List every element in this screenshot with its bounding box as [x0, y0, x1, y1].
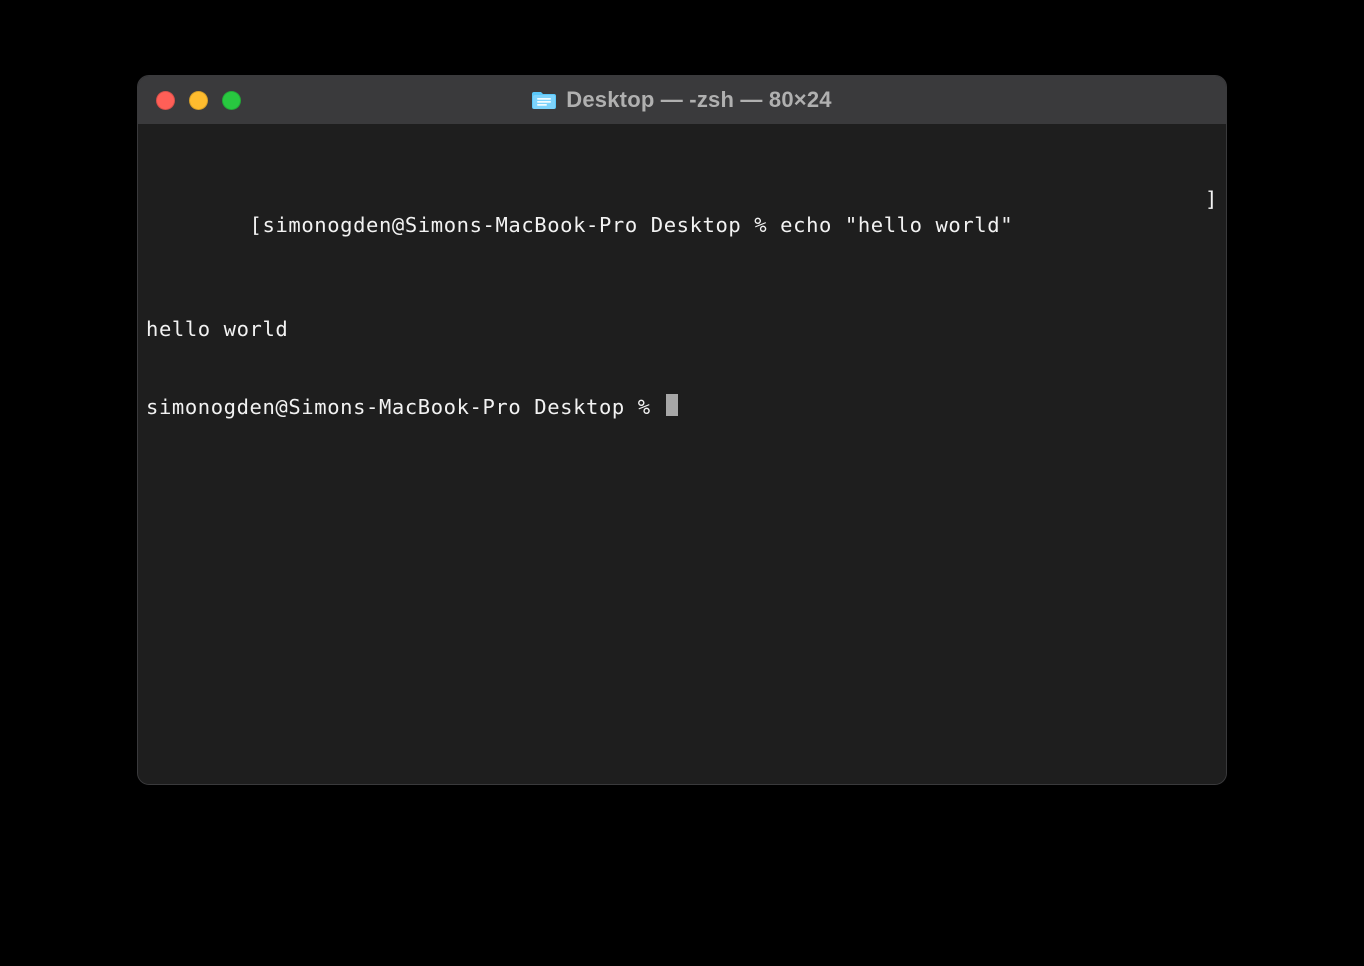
terminal-body[interactable]: [simonogden@Simons-MacBook-Pro Desktop %… [138, 124, 1226, 784]
terminal-window[interactable]: Desktop — -zsh — 80×24 [simonogden@Simon… [137, 75, 1227, 785]
title-center: Desktop — -zsh — 80×24 [138, 87, 1226, 113]
zoom-button[interactable] [222, 91, 241, 110]
open-bracket: [ [250, 213, 263, 237]
traffic-lights [138, 91, 241, 110]
terminal-line-1: [simonogden@Simons-MacBook-Pro Desktop %… [146, 186, 1218, 264]
terminal-line-3: simonogden@Simons-MacBook-Pro Desktop % [146, 394, 1218, 420]
folder-icon [532, 90, 556, 110]
line3-content: simonogden@Simons-MacBook-Pro Desktop % [146, 394, 664, 420]
title-bar[interactable]: Desktop — -zsh — 80×24 [138, 76, 1226, 124]
line2-content: hello world [146, 316, 288, 342]
close-button[interactable] [156, 91, 175, 110]
close-bracket: ] [1205, 186, 1218, 264]
line1-content: simonogden@Simons-MacBook-Pro Desktop % … [263, 213, 1014, 237]
terminal-line-2: hello world [146, 316, 1218, 342]
window-title: Desktop — -zsh — 80×24 [566, 87, 831, 113]
minimize-button[interactable] [189, 91, 208, 110]
cursor-block [666, 394, 678, 416]
